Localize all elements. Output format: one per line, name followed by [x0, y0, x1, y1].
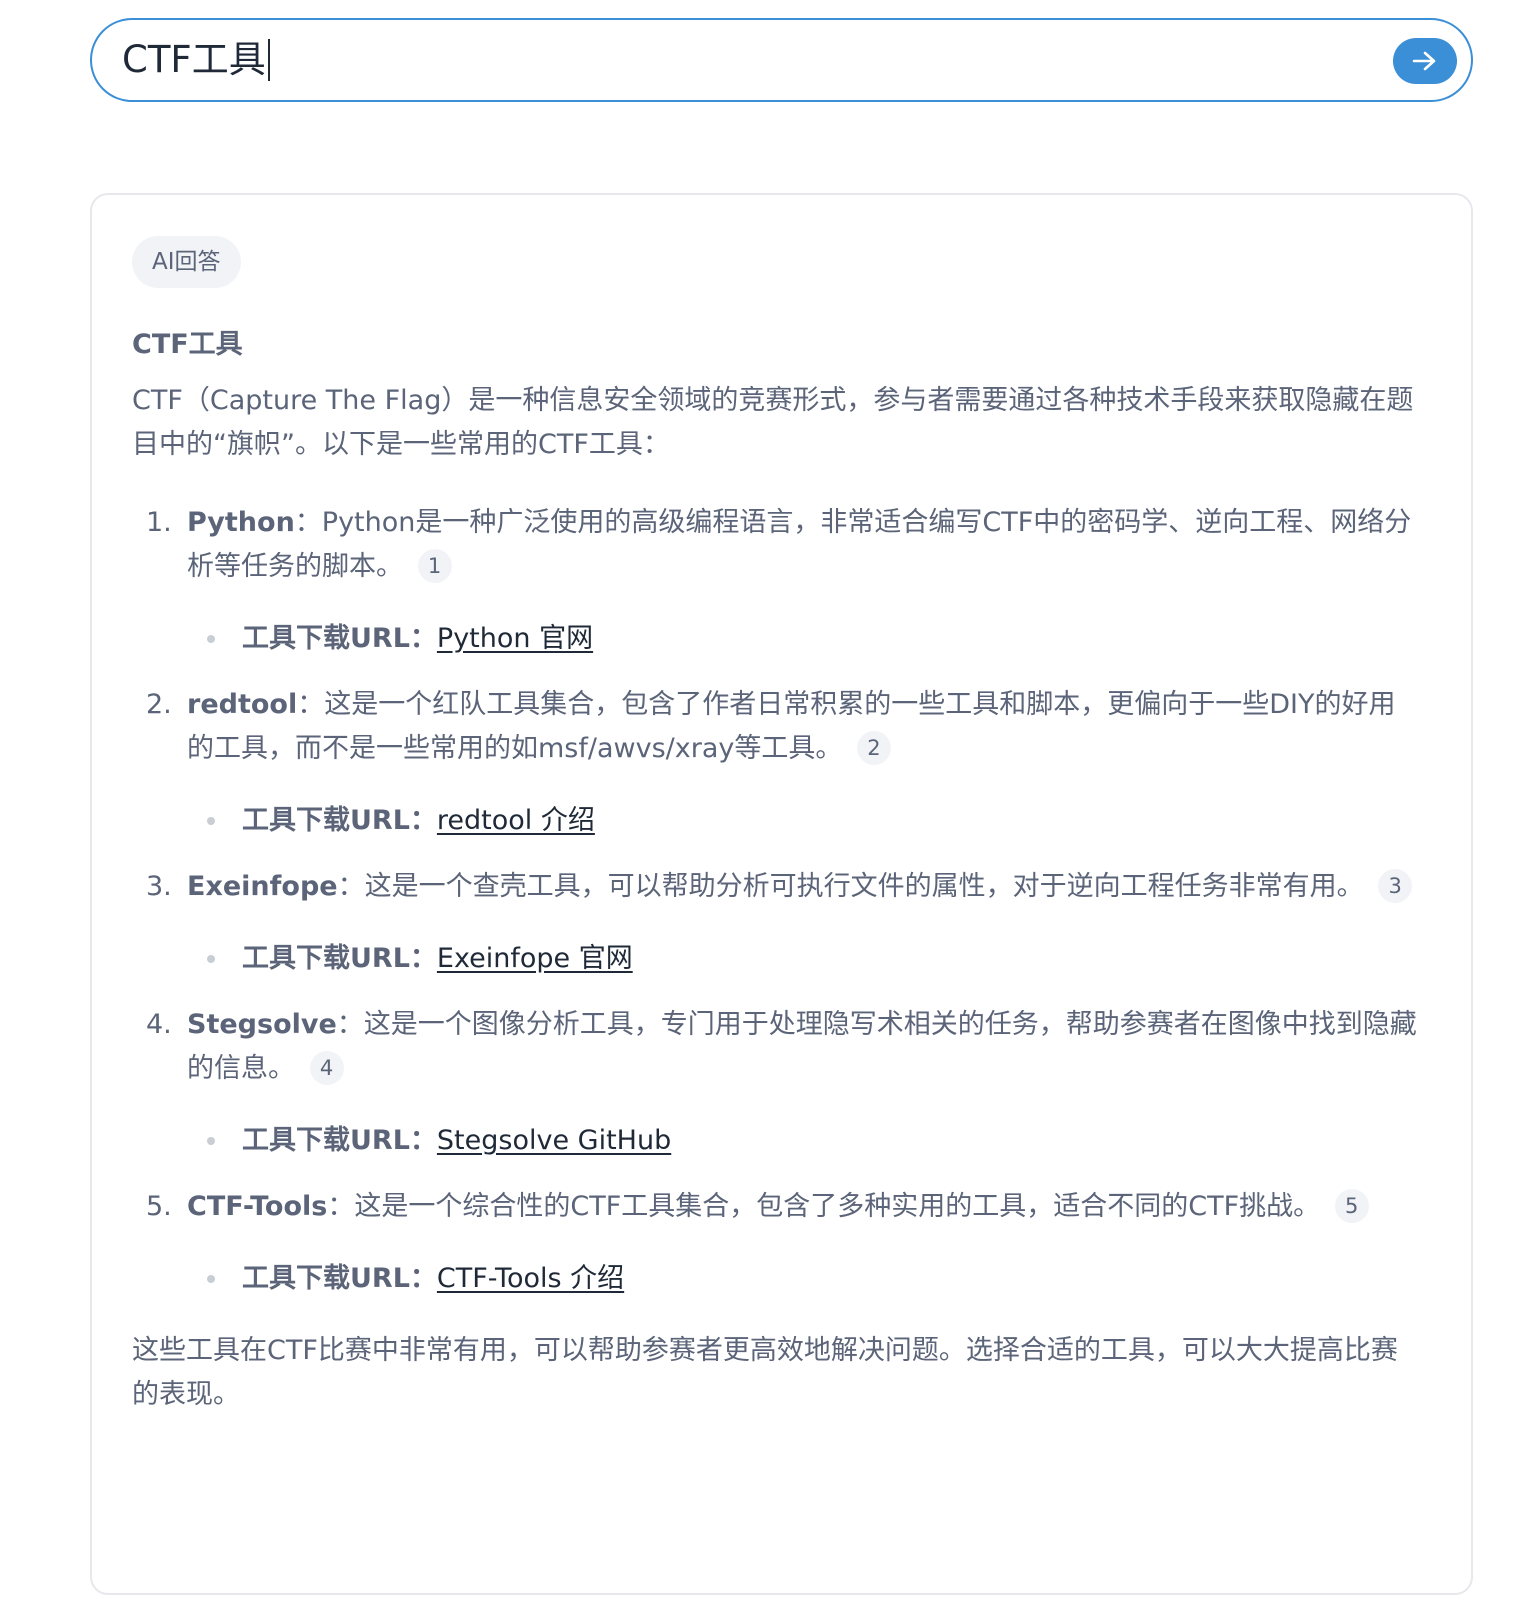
bullet-dot [207, 817, 215, 825]
download-link[interactable]: Exeinfope 官网 [437, 943, 633, 974]
tool-description: 这是一个查壳工具，可以帮助分析可执行文件的属性，对于逆向工程任务非常有用。 [364, 871, 1364, 902]
download-link[interactable]: redtool 介绍 [437, 805, 595, 836]
separator: ： [297, 689, 325, 720]
download-link[interactable]: Stegsolve GitHub [437, 1125, 671, 1156]
tool-item-python: 1. Python：Python是一种广泛使用的高级编程语言，非常适合编写CTF… [132, 501, 1422, 661]
citation-badge[interactable]: 1 [417, 549, 452, 583]
tool-list: 1. Python：Python是一种广泛使用的高级编程语言，非常适合编写CTF… [132, 501, 1422, 1301]
search-submit-button[interactable] [1393, 38, 1457, 84]
download-url-row: 工具下载URL：Exeinfope 官网 [187, 937, 1422, 981]
download-url-label: 工具下载URL： [242, 623, 437, 654]
ai-answer-badge: AI回答 [132, 236, 241, 288]
search-query: CTF工具 [122, 38, 266, 81]
ai-answer-card: AI回答 CTF工具 CTF（Capture The Flag）是一种信息安全领… [90, 193, 1473, 1595]
tool-sub-list: 工具下载URL：Stegsolve GitHub [187, 1119, 1422, 1163]
tool-item-ctf-tools: 5. CTF-Tools：这是一个综合性的CTF工具集合，包含了多种实用的工具，… [132, 1185, 1422, 1301]
tool-description: 这是一个综合性的CTF工具集合，包含了多种实用的工具，适合不同的CTF挑战。 [354, 1191, 1321, 1222]
list-number: 3. [146, 871, 172, 902]
bullet-dot [207, 1137, 215, 1145]
answer-content: CTF工具 CTF（Capture The Flag）是一种信息安全领域的竞赛形… [132, 323, 1422, 1417]
download-url-row: 工具下载URL：Stegsolve GitHub [187, 1119, 1422, 1163]
citation-badge[interactable]: 4 [309, 1051, 344, 1085]
answer-heading: CTF工具 [132, 329, 243, 360]
citation-badge[interactable]: 3 [1378, 869, 1413, 903]
tool-description: 这是一个红队工具集合，包含了作者日常积累的一些工具和脚本，更偏向于一些DIY的好… [187, 689, 1396, 764]
tool-sub-list: 工具下载URL：CTF-Tools 介绍 [187, 1257, 1422, 1301]
download-url-row: 工具下载URL：Python 官网 [187, 617, 1422, 661]
arrow-right-icon [1412, 50, 1438, 72]
separator: ： [337, 871, 365, 902]
tool-description: Python是一种广泛使用的高级编程语言，非常适合编写CTF中的密码学、逆向工程… [187, 507, 1412, 582]
download-url-label: 工具下载URL： [242, 1125, 437, 1156]
tool-sub-list: 工具下载URL：redtool 介绍 [187, 799, 1422, 843]
tool-description: 这是一个图像分析工具，专门用于处理隐写术相关的任务，帮助参赛者在图像中找到隐藏的… [187, 1009, 1417, 1084]
bullet-dot [207, 955, 215, 963]
list-number: 2. [146, 689, 172, 720]
tool-name: redtool [187, 689, 298, 720]
bullet-dot [207, 635, 215, 643]
citation-badge[interactable]: 2 [856, 731, 891, 765]
tool-item-exeinfope: 3. Exeinfope：这是一个查壳工具，可以帮助分析可执行文件的属性，对于逆… [132, 865, 1422, 981]
list-number: 5. [146, 1191, 172, 1222]
list-number: 1. [146, 507, 172, 538]
tool-item-redtool: 2. redtool：这是一个红队工具集合，包含了作者日常积累的一些工具和脚本，… [132, 683, 1422, 843]
tool-item-stegsolve: 4. Stegsolve：这是一个图像分析工具，专门用于处理隐写术相关的任务，帮… [132, 1003, 1422, 1163]
citation-badge[interactable]: 5 [1334, 1189, 1369, 1223]
download-link[interactable]: Python 官网 [437, 623, 593, 654]
tool-name: Stegsolve [187, 1009, 337, 1040]
answer-intro: CTF（Capture The Flag）是一种信息安全领域的竞赛形式，参与者需… [132, 385, 1414, 460]
download-link[interactable]: CTF-Tools 介绍 [437, 1263, 624, 1294]
list-number: 4. [146, 1009, 172, 1040]
search-input[interactable]: CTF工具 [122, 20, 270, 100]
separator: ： [336, 1009, 364, 1040]
text-caret [267, 39, 270, 81]
separator: ： [327, 1191, 355, 1222]
bullet-dot [207, 1275, 215, 1283]
answer-closing: 这些工具在CTF比赛中非常有用，可以帮助参赛者更高效地解决问题。选择合适的工具，… [132, 1335, 1398, 1410]
separator: ： [294, 507, 322, 538]
download-url-label: 工具下载URL： [242, 943, 437, 974]
download-url-row: 工具下载URL：redtool 介绍 [187, 799, 1422, 843]
search-box[interactable]: CTF工具 [90, 18, 1473, 102]
download-url-row: 工具下载URL：CTF-Tools 介绍 [187, 1257, 1422, 1301]
download-url-label: 工具下载URL： [242, 805, 437, 836]
tool-name: Exeinfope [187, 871, 338, 902]
tool-name: CTF-Tools [187, 1191, 328, 1222]
tool-sub-list: 工具下载URL：Exeinfope 官网 [187, 937, 1422, 981]
download-url-label: 工具下载URL： [242, 1263, 437, 1294]
tool-name: Python [187, 507, 295, 538]
tool-sub-list: 工具下载URL：Python 官网 [187, 617, 1422, 661]
